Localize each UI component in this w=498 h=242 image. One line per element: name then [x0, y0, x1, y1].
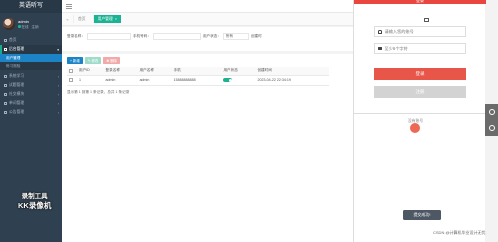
logout-link[interactable]: 注销 — [32, 25, 39, 30]
chevron-left-icon: ‹ — [57, 83, 59, 88]
panel-title: 登录 — [416, 0, 424, 3]
login-name-input[interactable] — [86, 32, 131, 40]
share-icon[interactable] — [488, 109, 495, 115]
app-brand: 英语听写 — [0, 0, 62, 13]
loading-spinner-icon — [410, 123, 420, 133]
status-label: 用户状态： — [202, 33, 221, 38]
book-icon — [4, 75, 7, 78]
chat-icon — [424, 18, 429, 22]
credit-text: CSDN @计算机毕业设计无忧 — [433, 230, 486, 235]
table-header-row: 用户ID 登录名称 用户名称 手机 用户状态 创建时间 — [67, 67, 329, 76]
login-panel: 登录 请输入您的账号 至少6个字符 登录 注册 没有账号 提交成功! — [353, 0, 486, 242]
list-icon — [4, 84, 7, 87]
sidebar-item-user-management[interactable]: 用户管理 — [0, 54, 62, 62]
cell-user-id: 1 — [77, 75, 104, 86]
phone-input[interactable] — [152, 32, 201, 40]
word-icon — [4, 102, 7, 105]
column-header[interactable]: 登录名称 — [103, 67, 138, 76]
online-dot-icon — [18, 25, 21, 28]
success-toast: 提交成功! — [403, 210, 441, 220]
register-button[interactable]: 注册 — [374, 86, 466, 98]
chevron-left-icon: ‹ — [57, 101, 59, 106]
settings-icon[interactable] — [488, 125, 495, 131]
table-row[interactable]: 1 admin admin 15888888888 2023-04-22 22:… — [67, 75, 329, 86]
top-navbar — [62, 0, 353, 13]
tab-scroll-left-icon[interactable]: « — [65, 17, 70, 22]
sidebar-item-study[interactable]: 系统学习 ‹ — [0, 72, 62, 81]
user-profile: admin 在线 注销 — [0, 13, 62, 33]
login-button[interactable]: 登录 — [374, 68, 466, 80]
gear-icon — [4, 48, 7, 51]
recording-watermark: 录制工具 KK录像机 — [18, 193, 52, 210]
select-all-checkbox[interactable] — [67, 67, 77, 76]
sidebar-item-home[interactable]: 首页 — [0, 36, 62, 45]
column-header[interactable]: 用户状态 — [221, 67, 256, 76]
search-form: 登录名称： 手机号码： 用户状态： 所有 创建时 — [62, 27, 353, 41]
user-icon — [378, 29, 382, 34]
status-select[interactable]: 所有 — [222, 32, 249, 40]
sidebar-item-notices[interactable]: 公告管理 ‹ — [0, 108, 62, 117]
avatar[interactable] — [3, 18, 15, 30]
row-checkbox[interactable] — [67, 75, 77, 86]
lock-icon — [378, 47, 382, 50]
bell-icon — [4, 111, 7, 114]
edit-button[interactable]: ✎ 修改 — [84, 57, 102, 64]
sidebar-menu: 首页 后台管理 ▾ 用户管理 练习测验 系统学习 ‹ 试题管理 ‹ 社交模块 ‹ 单词管… — [0, 36, 62, 117]
divider — [354, 113, 486, 114]
password-input[interactable]: 至少6个字符 — [374, 43, 466, 54]
sidebar: 英语听写 admin 在线 注销 首页 后台管理 ▾ 用户管理 练习测验 系统学习… — [0, 0, 62, 242]
sidebar-item-admin[interactable]: 后台管理 ▾ — [0, 45, 62, 54]
online-status: 在线 — [18, 25, 29, 30]
cell-login-name: admin — [103, 75, 138, 86]
column-header[interactable]: 用户ID — [77, 67, 104, 76]
home-icon — [4, 39, 7, 42]
cell-user-name: admin — [137, 75, 172, 86]
username-input[interactable]: 请输入您的账号 — [374, 26, 466, 37]
sidebar-item-questions[interactable]: 试题管理 ‹ — [0, 81, 62, 90]
close-icon[interactable]: × — [115, 17, 117, 21]
add-button[interactable]: + 新增 — [67, 57, 83, 64]
tab-home[interactable]: 首页 — [73, 15, 90, 23]
cell-status — [221, 75, 256, 86]
column-header[interactable]: 创建时间 — [255, 67, 329, 76]
status-toggle[interactable] — [223, 78, 233, 83]
column-header[interactable]: 手机 — [171, 67, 222, 76]
user-name: admin — [18, 18, 29, 24]
column-header[interactable]: 用户名称 — [137, 67, 172, 76]
chevron-left-icon: ‹ — [57, 92, 59, 97]
menu-toggle-icon[interactable] — [66, 3, 72, 9]
tab-bar: « 首页 用户管理 × — [62, 13, 353, 26]
sidebar-item-practice[interactable]: 练习测验 — [0, 62, 62, 70]
cell-phone: 15888888888 — [171, 75, 222, 86]
pagination-info: 显示第 1 到第 1 条记录，总共 1 条记录 — [67, 89, 130, 94]
login-name-label: 登录名称： — [67, 33, 85, 38]
tab-user-management[interactable]: 用户管理 × — [92, 15, 121, 23]
user-table: 用户ID 登录名称 用户名称 手机 用户状态 创建时间 1 admin admi… — [67, 67, 329, 86]
delete-button[interactable]: ✖ 删除 — [103, 57, 120, 64]
chevron-left-icon: ‹ — [57, 110, 59, 115]
floating-toolbar — [485, 104, 498, 136]
main-content: 登录名称： 手机号码： 用户状态： 所有 创建时 + 新增 ✎ 修改 ✖ 删除 用… — [62, 27, 353, 242]
chevron-down-icon: ▾ — [57, 47, 59, 52]
chevron-left-icon: ‹ — [57, 74, 59, 79]
toolbar: + 新增 ✎ 修改 ✖ 删除 — [62, 54, 353, 67]
cell-create-time: 2023-04-22 22:34:19 — [255, 75, 329, 86]
phone-label: 手机号码： — [132, 33, 151, 38]
users-icon — [4, 93, 7, 96]
create-time-label: 创建时 — [250, 33, 262, 38]
sidebar-item-words[interactable]: 单词管理 ‹ — [0, 99, 62, 108]
sidebar-item-social[interactable]: 社交模块 ‹ — [0, 90, 62, 99]
